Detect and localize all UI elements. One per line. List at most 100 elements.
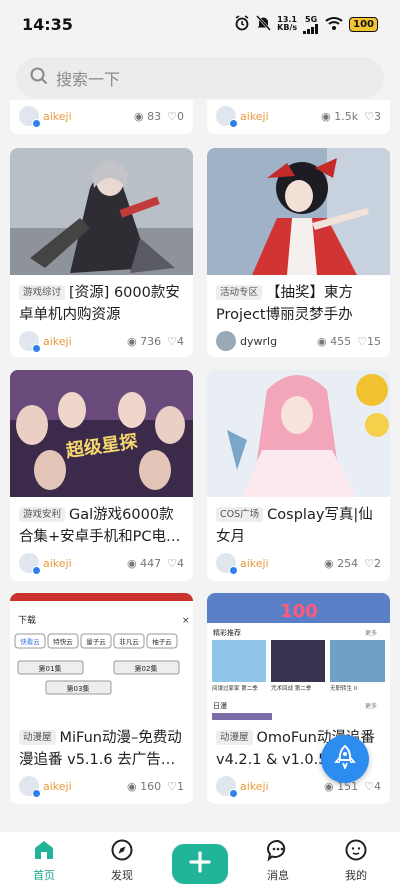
author-name: aikeji: [240, 779, 269, 793]
likes-count: ♡2: [364, 557, 381, 570]
likes-count: ♡1: [167, 780, 184, 793]
post-stats: ◉ 455 ♡15: [317, 335, 381, 348]
verified-badge-icon: [229, 789, 238, 798]
rocket-icon: [334, 744, 356, 773]
tab-home[interactable]: 首页: [16, 838, 72, 883]
category-tag[interactable]: 游戏安利: [19, 507, 66, 522]
search-icon: [30, 67, 48, 89]
likes-value: 4: [177, 334, 184, 348]
episode-item: 第02集: [135, 664, 158, 673]
post-card[interactable]: COS广场 Cosplay写真|仙女月 aikeji ◉ 254 ♡2: [207, 370, 390, 581]
views-count: ◉ 736: [127, 335, 161, 348]
post-title[interactable]: 动漫屋 MiFun动漫–免费动漫追番 v5.1.6 去广告…: [10, 720, 193, 770]
tab-discover[interactable]: 发现: [94, 838, 150, 883]
post-card[interactable]: aikeji ◉ 83 ♡0: [10, 100, 193, 134]
author[interactable]: aikeji: [19, 331, 72, 353]
eye-icon: ◉: [317, 334, 331, 348]
post-card[interactable]: 游戏综讨 [资源] 6000款安卓单机内购资源 aikeji ◉ 736 ♡4: [10, 148, 193, 357]
battery-indicator: 100: [349, 16, 378, 32]
author-name: dywrlg: [240, 334, 278, 348]
download-source: 特快云: [53, 637, 73, 646]
author-name: aikeji: [240, 556, 269, 570]
post-title[interactable]: COS广场 Cosplay写真|仙女月: [207, 497, 390, 547]
post-image[interactable]: [207, 148, 390, 275]
verified-badge-icon: [32, 119, 41, 128]
avatar: [216, 106, 238, 128]
card-meta: aikeji ◉ 254 ♡2: [207, 547, 390, 579]
tab-label: 消息: [267, 869, 289, 882]
svg-text:×: ×: [182, 616, 190, 626]
post-title[interactable]: 活动专区 【抽奖】東方Project博丽灵梦手办: [207, 275, 390, 325]
post-image[interactable]: 超级星探: [10, 370, 193, 497]
post-title[interactable]: 游戏安利 Gal游戏6000款合集+安卓手机和PC电…: [10, 497, 193, 547]
section-label: 精彩推荐: [213, 628, 241, 637]
avatar: [216, 776, 238, 798]
avatar: [216, 331, 236, 351]
post-card[interactable]: 下载 × 快看云 特快云 量子云 非凡云 柚子云 第01集 第02集 第03集 …: [10, 593, 193, 804]
post-stats: ◉ 447 ♡4: [127, 557, 184, 570]
avatar: [19, 553, 41, 575]
author[interactable]: aikeji: [216, 553, 269, 575]
author[interactable]: aikeji: [19, 106, 72, 128]
author[interactable]: aikeji: [216, 106, 269, 128]
eye-icon: ◉: [324, 556, 338, 570]
likes-count: ♡3: [364, 110, 381, 123]
category-tag[interactable]: 动漫屋: [216, 730, 253, 745]
tab-label: 发现: [111, 869, 133, 882]
back-to-top-button[interactable]: [321, 735, 369, 783]
eye-icon: ◉: [134, 109, 148, 123]
post-stats: ◉ 736 ♡4: [127, 335, 184, 348]
views-count: ◉ 83: [134, 110, 161, 123]
post-image[interactable]: [207, 370, 390, 497]
post-title[interactable]: 游戏综讨 [资源] 6000款安卓单机内购资源: [10, 275, 193, 325]
post-card[interactable]: 活动专区 【抽奖】東方Project博丽灵梦手办 dywrlg ◉ 455 ♡15: [207, 148, 390, 357]
net-speed: 13.1 KB/s: [277, 16, 297, 32]
category-tag[interactable]: COS广场: [216, 507, 264, 522]
tab-label: 首页: [33, 869, 55, 882]
verified-badge-icon: [32, 566, 41, 575]
card-meta: aikeji ◉ 160 ♡1: [10, 770, 193, 802]
post-stats: ◉ 160 ♡1: [127, 780, 184, 793]
views-value: 447: [140, 556, 162, 570]
post-image[interactable]: 下载 × 快看云 特快云 量子云 非凡云 柚子云 第01集 第02集 第03集: [10, 593, 193, 720]
likes-count: ♡4: [364, 780, 381, 793]
author[interactable]: dywrlg: [216, 331, 277, 351]
heart-icon: ♡: [167, 779, 177, 793]
post-card[interactable]: aikeji ◉ 1.5k ♡3: [207, 100, 390, 134]
download-source: 快看云: [20, 637, 40, 646]
post-card[interactable]: 超级星探 游戏安利 Gal游戏6000款合集+安卓手机和PC电… aikeji ◉…: [10, 370, 193, 581]
author-name: aikeji: [43, 556, 72, 570]
wifi-icon: [325, 16, 343, 33]
post-image[interactable]: 100 精彩推荐 更多 间谍过家家 第二季 咒术回战 第二季 无职转生 II 日…: [207, 593, 390, 720]
eye-icon: ◉: [127, 334, 141, 348]
category-tag[interactable]: 活动专区: [216, 285, 263, 300]
status-bar: 14:35 13.1 KB/s 5G 100: [0, 0, 400, 48]
create-post-button[interactable]: [172, 844, 228, 884]
eye-icon: ◉: [127, 556, 141, 570]
avatar: [216, 553, 238, 575]
heart-icon: ♡: [364, 109, 374, 123]
mute-bell-icon: [256, 14, 272, 34]
tab-messages[interactable]: 消息: [250, 838, 306, 883]
section-label: 日漫: [213, 701, 227, 710]
category-tag[interactable]: 游戏综讨: [19, 285, 66, 300]
card-meta: aikeji ◉ 736 ♡4: [10, 325, 193, 357]
eye-icon: ◉: [321, 109, 335, 123]
card-meta: aikeji ◉ 1.5k ♡3: [207, 100, 390, 132]
search-bar[interactable]: 搜索一下: [16, 57, 384, 99]
download-source: 非凡云: [119, 637, 139, 646]
more-link: 更多: [365, 629, 377, 637]
banner-number: 100: [280, 601, 318, 622]
author[interactable]: aikeji: [19, 776, 72, 798]
author[interactable]: aikeji: [216, 776, 269, 798]
post-feed[interactable]: aikeji ◉ 83 ♡0 aikeji ◉ 1.5k ♡3 游戏综讨 [资源…: [0, 100, 400, 812]
tab-profile[interactable]: 我的: [328, 838, 384, 883]
download-title: 下载: [18, 614, 36, 626]
search-placeholder: 搜索一下: [56, 70, 121, 89]
verified-badge-icon: [32, 789, 41, 798]
post-image[interactable]: [10, 148, 193, 275]
status-time: 14:35: [22, 14, 73, 34]
heart-icon: ♡: [357, 334, 367, 348]
author[interactable]: aikeji: [19, 553, 72, 575]
category-tag[interactable]: 动漫屋: [19, 730, 56, 745]
